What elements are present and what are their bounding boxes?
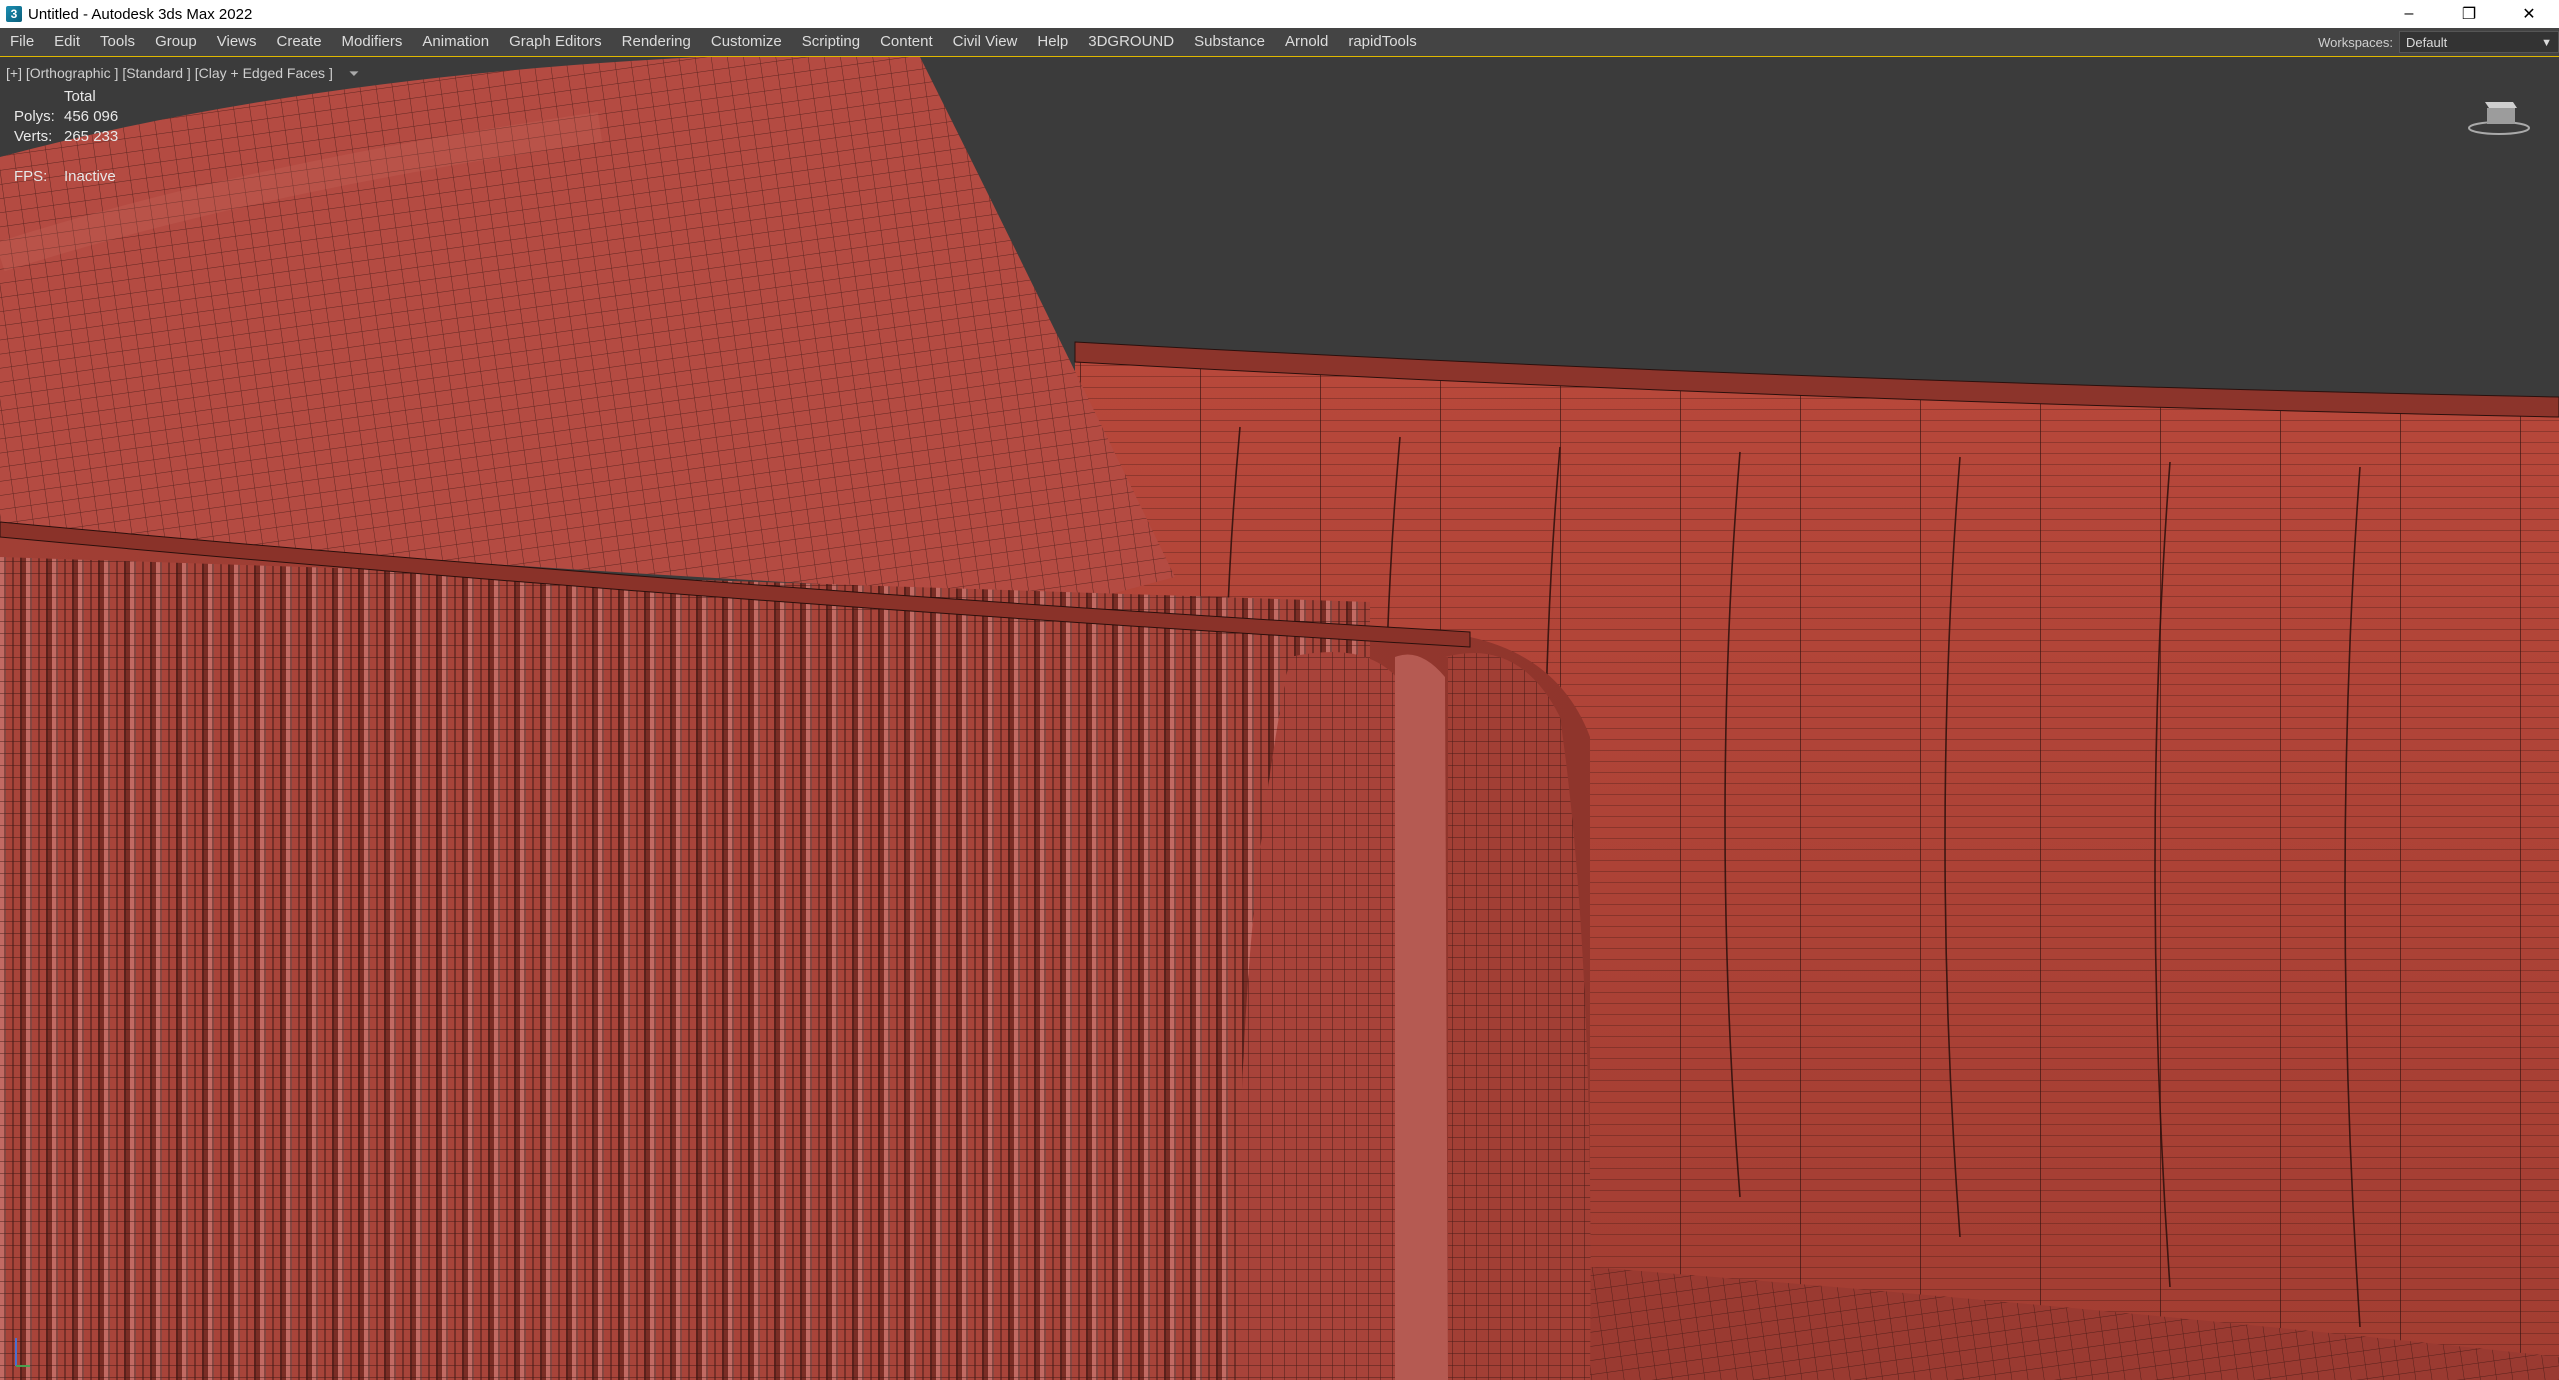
menu-substance[interactable]: Substance [1184,28,1275,56]
stats-fps-row: FPS: Inactive [14,167,118,187]
menu-modifiers[interactable]: Modifiers [332,28,413,56]
minimize-button[interactable]: – [2379,0,2439,28]
menu-edit[interactable]: Edit [44,28,90,56]
workspace-dropdown[interactable]: Default ▼ [2399,31,2559,53]
close-button[interactable]: ✕ [2499,0,2559,28]
chevron-down-icon: ▼ [2541,37,2552,49]
polys-label: Polys: [14,108,55,125]
menu-civil-view[interactable]: Civil View [943,28,1028,56]
menu-views[interactable]: Views [207,28,267,56]
stats-verts-row: Verts: 265 233 [14,127,118,147]
stats-polys-row: Polys: 456 096 [14,107,118,127]
workspaces-label: Workspaces: [2318,34,2393,50]
filter-icon[interactable]: ⏷ [349,66,359,82]
verts-label: Verts: [14,128,53,145]
restore-button[interactable]: ❐ [2439,0,2499,28]
menu-rendering[interactable]: Rendering [612,28,701,56]
menu-graph-editors[interactable]: Graph Editors [499,28,612,56]
verts-value: 265 233 [64,128,119,145]
menu-bar: File Edit Tools Group Views Create Modif… [0,28,2559,57]
menu-rapidtools[interactable]: rapidTools [1338,28,1426,56]
stats-header: Total [64,88,96,105]
menu-file[interactable]: File [0,28,44,56]
polys-value: 456 096 [64,108,119,125]
menu-3dground[interactable]: 3DGROUND [1078,28,1184,56]
scene-render[interactable] [0,57,2559,1380]
window-title: Untitled - Autodesk 3ds Max 2022 [28,5,253,23]
viewport[interactable]: [+] [Orthographic ] [Standard ] [Clay + … [0,57,2559,1380]
axis-gizmo-icon [15,1338,30,1367]
window-controls: – ❐ ✕ [2379,0,2559,28]
workspace-value: Default [2406,35,2448,50]
title-bar: 3 Untitled - Autodesk 3ds Max 2022 – ❐ ✕ [0,0,2559,28]
app-icon[interactable]: 3 [6,6,22,22]
menu-customize[interactable]: Customize [701,28,792,56]
menu-scripting[interactable]: Scripting [792,28,870,56]
menu-help[interactable]: Help [1027,28,1078,56]
viewcube-icon[interactable] [2467,92,2531,136]
menu-content[interactable]: Content [870,28,943,56]
menu-arnold[interactable]: Arnold [1275,28,1338,56]
workspace-area: Workspaces: Default ▼ [2318,28,2559,56]
fps-value: Inactive [64,168,116,185]
menu-tools[interactable]: Tools [90,28,145,56]
menu-create[interactable]: Create [267,28,332,56]
viewport-label-text[interactable]: [+] [Orthographic ] [Standard ] [Clay + … [6,65,333,81]
statistics-overlay: Total Polys: 456 096 Verts: 265 233 FPS:… [14,87,118,187]
fps-label: FPS: [14,168,48,185]
viewport-label[interactable]: [+] [Orthographic ] [Standard ] [Clay + … [6,65,359,82]
menu-animation[interactable]: Animation [412,28,499,56]
menu-group[interactable]: Group [145,28,207,56]
